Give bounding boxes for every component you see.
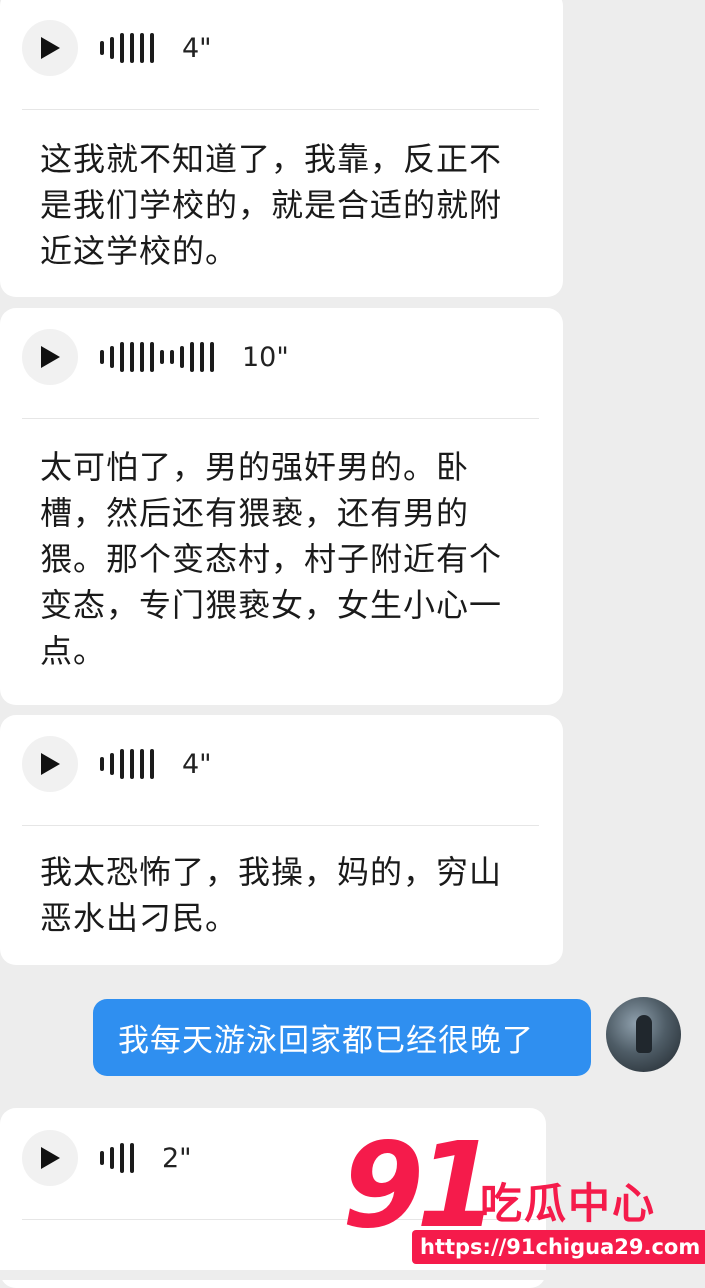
waveform-icon (100, 744, 154, 784)
divider (22, 418, 539, 419)
watermark-name: 吃瓜中心 (480, 1179, 657, 1228)
avatar-figure (636, 1015, 652, 1053)
chat-thread: 4" 这我就不知道了，我靠，反正不是我们学校的，就是合适的就附近这学校的。 10… (0, 0, 705, 1288)
avatar[interactable] (606, 997, 681, 1072)
outgoing-message[interactable]: 我每天游泳回家都已经很晚了 (93, 999, 591, 1076)
voice-message: 4" 这我就不知道了，我靠，反正不是我们学校的，就是合适的就附近这学校的。 (0, 0, 563, 297)
play-button[interactable] (22, 329, 78, 385)
divider (22, 109, 539, 110)
voice-message: 10" 太可怕了，男的强奸男的。卧槽，然后还有猥亵，还有男的猥。那个变态村，村子… (0, 308, 563, 705)
play-button[interactable] (22, 1130, 78, 1186)
waveform-icon (100, 337, 214, 377)
voice-duration: 10" (242, 341, 289, 373)
play-icon (41, 1147, 60, 1169)
watermark-url: https://91chigua29.com (412, 1230, 705, 1264)
play-button[interactable] (22, 736, 78, 792)
play-icon (41, 346, 60, 368)
bottom-edge (0, 1270, 705, 1280)
voice-message: 4" 我太恐怖了，我操，妈的，穷山恶水出刁民。 (0, 715, 563, 965)
voice-transcript: 太可怕了，男的强奸男的。卧槽，然后还有猥亵，还有男的猥。那个变态村，村子附近有个… (40, 448, 503, 670)
voice-duration: 2" (162, 1142, 192, 1174)
voice-duration: 4" (182, 32, 212, 64)
voice-duration: 4" (182, 748, 212, 780)
waveform-icon (100, 28, 154, 68)
voice-transcript: 我太恐怖了，我操，妈的，穷山恶水出刁民。 (40, 853, 503, 937)
play-icon (41, 753, 60, 775)
play-icon (41, 37, 60, 59)
outgoing-message-text: 我每天游泳回家都已经很晚了 (118, 1023, 534, 1059)
waveform-icon (100, 1138, 134, 1178)
watermark: 91 吃瓜中心 https://91chigua29.com (342, 1120, 705, 1268)
play-button[interactable] (22, 20, 78, 76)
divider (22, 825, 539, 826)
voice-transcript: 这我就不知道了，我靠，反正不是我们学校的，就是合适的就附近这学校的。 (40, 140, 503, 270)
